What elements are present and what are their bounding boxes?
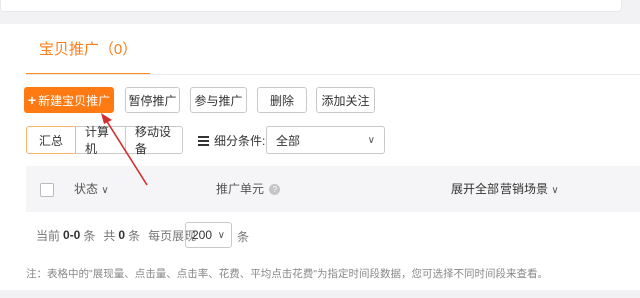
unit-header-label: 推广单元 bbox=[216, 182, 265, 196]
scene-column-header[interactable]: 营销场景 ∨ bbox=[500, 180, 559, 197]
page-size-value: 200 bbox=[192, 228, 213, 242]
tab-divider bbox=[26, 74, 640, 75]
pause-promotion-button[interactable]: 暂停推广 bbox=[125, 87, 180, 113]
segment-computer[interactable]: 计算机 bbox=[75, 125, 126, 156]
filter-label-text: 细分条件: bbox=[214, 133, 266, 148]
chevron-down-icon: ∨ bbox=[101, 185, 109, 196]
new-promotion-button[interactable]: + 新建宝贝推广 bbox=[24, 87, 114, 113]
segment-summary[interactable]: 汇总 bbox=[26, 126, 76, 154]
select-all-checkbox[interactable] bbox=[40, 183, 54, 197]
segment-mobile[interactable]: 移动设备 bbox=[125, 125, 183, 156]
scene-header-label: 营销场景 bbox=[500, 182, 549, 196]
delete-button[interactable]: 删除 bbox=[257, 87, 307, 113]
filter-select[interactable]: 全部 ∨ bbox=[266, 126, 385, 154]
filter-label: 细分条件: bbox=[198, 126, 265, 154]
status-column-header[interactable]: 状态 ∨ bbox=[74, 180, 109, 197]
chevron-down-icon: ∨ bbox=[367, 134, 375, 146]
add-follow-button[interactable]: 添加关注 bbox=[316, 87, 375, 113]
help-icon[interactable]: ? bbox=[269, 184, 281, 196]
expand-all-link[interactable]: 展开全部 bbox=[451, 180, 499, 197]
join-promotion-button[interactable]: 参与推广 bbox=[190, 87, 247, 113]
pagination: 当前 0-0 条 共 0 条 每页展现 bbox=[36, 222, 196, 248]
status-header-label: 状态 bbox=[74, 182, 99, 196]
list-icon bbox=[198, 135, 209, 146]
chevron-down-icon: ∨ bbox=[217, 229, 225, 241]
device-segment: 汇总 计算机 移动设备 bbox=[26, 125, 183, 156]
total-suffix: 条 bbox=[128, 228, 141, 243]
total-count: 0 bbox=[118, 228, 126, 242]
new-promotion-label: 新建宝贝推广 bbox=[38, 93, 111, 108]
total-prefix: 共 bbox=[103, 228, 116, 243]
plus-icon: + bbox=[27, 92, 37, 108]
page-size-unit: 条 bbox=[237, 230, 250, 244]
current-prefix: 当前 bbox=[36, 228, 61, 243]
chevron-down-icon: ∨ bbox=[551, 185, 559, 196]
current-range: 0-0 bbox=[63, 228, 81, 242]
footnote: 注：表格中的"展现量、点击量、点击率、花费、平均点击花费"为指定时间段数据，您可… bbox=[26, 268, 548, 280]
tab-item-promotion[interactable]: 宝贝推广（0） bbox=[26, 24, 150, 75]
filter-select-value: 全部 bbox=[276, 133, 301, 148]
unit-column-header: 推广单元 ? bbox=[216, 180, 281, 197]
top-panel bbox=[0, 0, 622, 12]
page-size-select[interactable]: 200 ∨ bbox=[185, 222, 232, 248]
current-suffix: 条 bbox=[83, 228, 96, 243]
